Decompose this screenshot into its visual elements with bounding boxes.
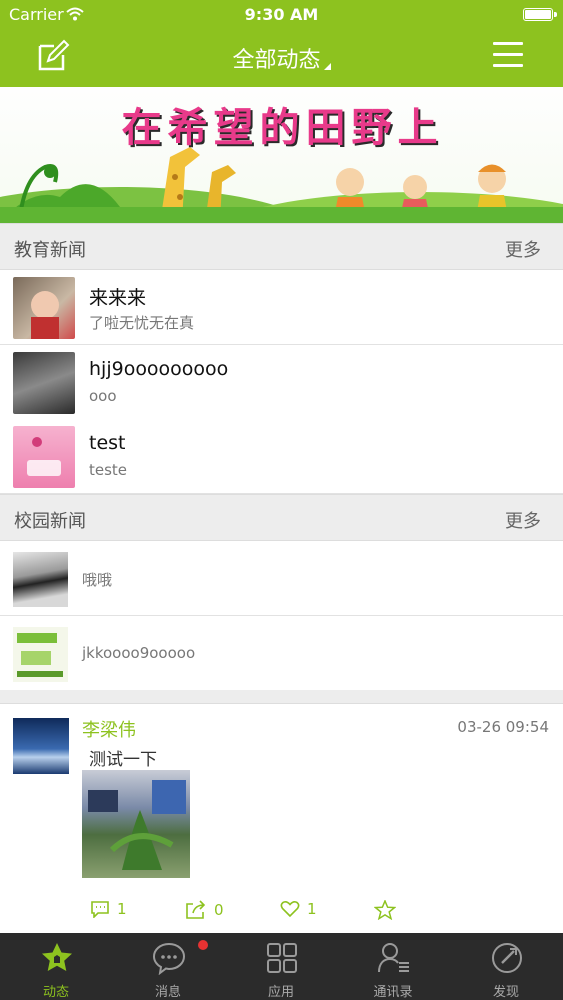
compass-icon	[492, 943, 522, 973]
tab-label: 应用	[267, 985, 294, 1000]
section-title: 教育新闻	[14, 240, 86, 261]
post-actions: 1 0 1	[0, 900, 563, 926]
share-count: 0	[214, 901, 224, 919]
thumbnail	[13, 277, 75, 339]
banner-title: 在希望的田野上	[60, 95, 505, 153]
banner-title-text: 在希望的田野上	[121, 105, 444, 151]
like-button[interactable]: 1	[280, 900, 317, 918]
tab-label: 动态	[42, 985, 69, 1000]
item-title: hjj9ooooooooo	[89, 358, 229, 380]
favorite-button[interactable]	[374, 900, 403, 920]
section-title: 校园新闻	[14, 511, 86, 532]
message-bubble-icon	[152, 942, 186, 975]
post-author[interactable]: 李梁伟	[82, 716, 136, 742]
item-subtitle: 了啦无忧无在真	[89, 314, 195, 332]
more-link[interactable]: 更多	[505, 507, 541, 533]
banner-image[interactable]: 在希望的田野上	[0, 87, 563, 223]
like-count: 1	[307, 900, 317, 918]
tab-apps[interactable]: 应用	[225, 933, 337, 1000]
notification-badge	[198, 940, 208, 950]
item-title: jkkoooo9ooooo	[82, 644, 196, 662]
header: Carrier 9:30 AM 全部动态	[0, 0, 563, 87]
page-title-label: 全部动态	[232, 48, 321, 73]
item-subtitle: ooo	[89, 387, 117, 405]
section-header-campus: 校园新闻 更多	[0, 494, 563, 541]
clock: 9:30 AM	[244, 5, 319, 24]
battery-icon	[523, 8, 557, 21]
post-photo[interactable]	[82, 770, 190, 878]
item-title: 来来来	[89, 287, 147, 309]
avatar[interactable]	[13, 718, 69, 774]
share-icon	[186, 900, 206, 919]
thumbnail	[13, 426, 75, 488]
list-item[interactable]: test teste	[0, 419, 563, 494]
more-link[interactable]: 更多	[505, 236, 541, 262]
comment-button[interactable]: 1	[90, 900, 127, 918]
nav-bar: 全部动态	[0, 30, 563, 87]
post-text: 测试一下	[89, 750, 157, 770]
status-bar: Carrier 9:30 AM	[0, 0, 563, 30]
dropdown-caret-icon	[323, 63, 331, 70]
star-icon	[374, 900, 396, 920]
thumbnail	[13, 552, 68, 607]
post-time: 03-26 09:54	[457, 718, 549, 736]
thumbnail	[13, 627, 68, 682]
item-title: 哦哦	[82, 571, 113, 589]
share-button[interactable]: 0	[185, 900, 224, 920]
divider	[0, 690, 563, 704]
feed-post: 李梁伟 03-26 09:54 测试一下 1 0 1	[0, 704, 563, 933]
list-item[interactable]: 来来来 了啦无忧无在真	[0, 270, 563, 345]
list-item[interactable]: jkkoooo9ooooo	[0, 616, 563, 691]
home-star-icon	[42, 943, 72, 971]
item-subtitle: teste	[89, 461, 128, 479]
menu-icon[interactable]	[493, 42, 523, 70]
tab-label: 消息	[154, 985, 181, 1000]
list-item[interactable]: hjj9ooooooooo ooo	[0, 345, 563, 420]
list-item[interactable]: 哦哦	[0, 541, 563, 616]
tab-label: 通讯录	[373, 985, 413, 1000]
item-title: test	[89, 432, 126, 454]
apps-grid-icon	[267, 943, 297, 973]
tab-discover[interactable]: 发现	[450, 933, 562, 1000]
comment-count: 1	[117, 900, 127, 918]
comment-icon	[91, 901, 109, 918]
page-title[interactable]: 全部动态	[0, 42, 563, 74]
tab-label: 发现	[492, 985, 519, 1000]
contacts-icon	[378, 943, 409, 973]
tab-feed[interactable]: 动态	[0, 933, 112, 1000]
heart-icon	[280, 901, 300, 918]
tab-bar: 动态 消息 应用 通讯录 发现	[0, 933, 563, 1000]
tab-contacts[interactable]: 通讯录	[337, 933, 449, 1000]
thumbnail	[13, 352, 75, 414]
section-header-education: 教育新闻 更多	[0, 223, 563, 270]
